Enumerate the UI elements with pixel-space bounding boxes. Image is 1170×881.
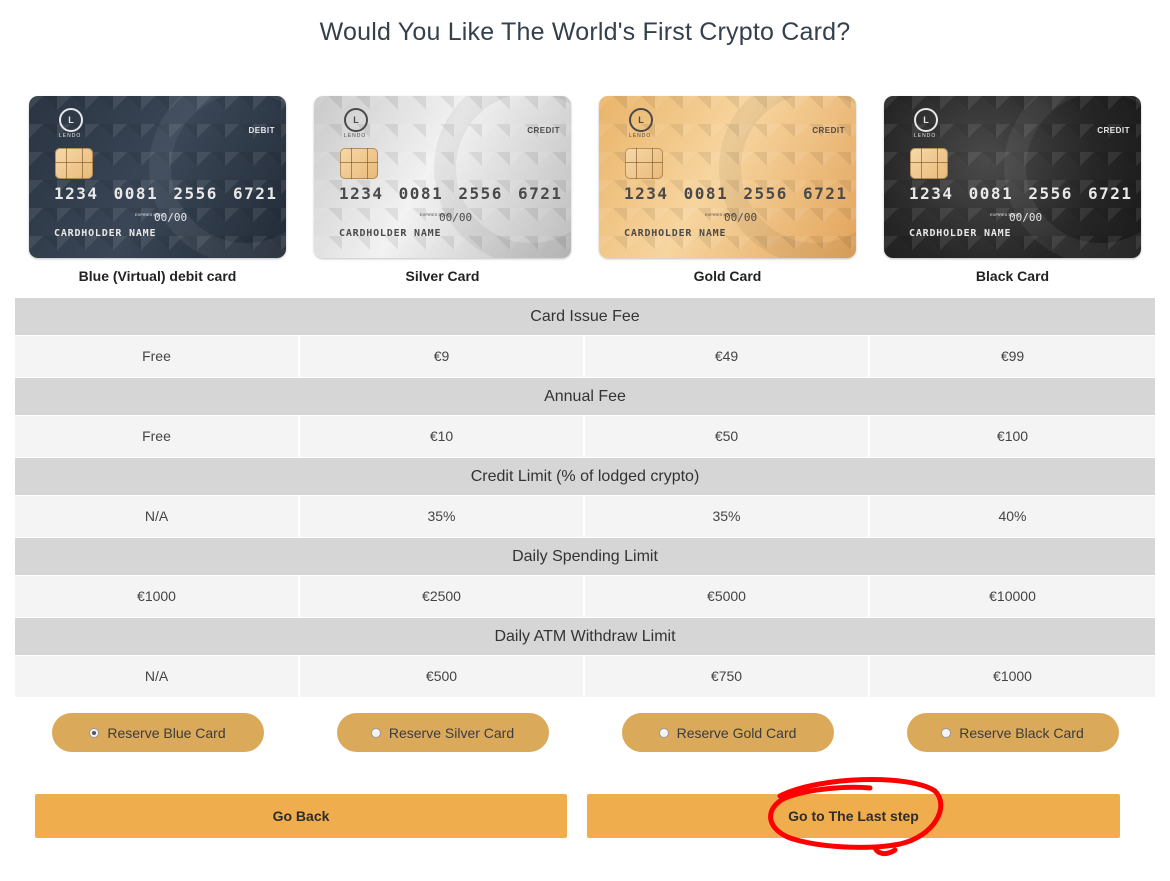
table-cell: €99 [1000, 348, 1025, 364]
reserve-option-label: Reserve Blue Card [107, 724, 226, 741]
card-column-blue: L LENDO DEBIT 1234 0081 2556 6721 EXPIRE… [15, 96, 300, 284]
reserve-blue-card-option[interactable]: Reserve Blue Card [51, 713, 264, 752]
table-cell: €9 [300, 336, 585, 377]
section-header: Daily Spending Limit [15, 537, 1155, 575]
logo-text: LENDO [59, 133, 82, 139]
card-expiry: 00/00 [154, 211, 188, 224]
logo-text: LENDO [629, 133, 652, 139]
cardholder-name: CARDHOLDER NAME [339, 228, 442, 239]
section-header: Daily ATM Withdraw Limit [15, 617, 1155, 655]
go-back-button[interactable]: Go Back [35, 794, 567, 838]
card-gallery: L LENDO DEBIT 1234 0081 2556 6721 EXPIRE… [15, 96, 1155, 284]
table-cell: €100 [996, 428, 1029, 444]
logo-text: LENDO [914, 133, 937, 139]
table-cell: €50 [585, 416, 870, 457]
table-row: Free €10 €50 €100 [15, 415, 1155, 457]
chip-icon [340, 148, 378, 179]
table-row: Free €9 €49 €99 [15, 335, 1155, 377]
card-expiry: 00/00 [1009, 211, 1043, 224]
reserve-option-label: Reserve Black Card [959, 724, 1084, 741]
reserve-black-card-option[interactable]: Reserve Black Card [906, 713, 1119, 752]
lendo-logo-icon: L [629, 108, 653, 132]
chip-icon [910, 148, 948, 179]
lendo-logo-icon: L [59, 108, 83, 132]
table-cell: €750 [585, 656, 870, 697]
table-cell: 40% [998, 508, 1027, 524]
radio-button-checked[interactable] [89, 727, 100, 738]
reserve-silver-card-option[interactable]: Reserve Silver Card [336, 713, 549, 752]
cardholder-name: CARDHOLDER NAME [909, 228, 1012, 239]
table-cell: €10000 [989, 588, 1036, 604]
table-row: N/A 35% 35% 40% [15, 495, 1155, 537]
reserve-option-label: Reserve Silver Card [388, 724, 515, 741]
table-cell: €49 [585, 336, 870, 377]
card-title: Silver Card [405, 268, 480, 284]
card-title: Gold Card [693, 268, 762, 284]
section-header: Credit Limit (% of lodged crypto) [15, 457, 1155, 495]
chip-icon [55, 148, 93, 179]
card-comparison-table: Card Issue Fee Free €9 €49 €99 Annual Fe… [15, 297, 1155, 697]
silver-card-image: L LENDO CREDIT 1234 0081 2556 6721 EXPIR… [314, 96, 571, 258]
table-cell: 35% [585, 496, 870, 537]
card-column-gold: L LENDO CREDIT 1234 0081 2556 6721 EXPIR… [585, 96, 870, 284]
table-cell: N/A [15, 656, 300, 697]
card-number: 1234 0081 2556 6721 [909, 184, 1133, 203]
black-card-image: L LENDO CREDIT 1234 0081 2556 6721 EXPIR… [884, 96, 1141, 258]
section-header: Card Issue Fee [15, 297, 1155, 335]
logo-text: LENDO [344, 133, 367, 139]
table-cell: Free [15, 336, 300, 377]
reserve-option-label: Reserve Gold Card [676, 724, 797, 741]
card-type-label: CREDIT [1097, 126, 1130, 135]
table-cell: €5000 [585, 576, 870, 617]
radio-button[interactable] [941, 727, 952, 738]
lendo-logo-icon: L [914, 108, 938, 132]
card-number: 1234 0081 2556 6721 [54, 184, 278, 203]
table-row: N/A €500 €750 €1000 [15, 655, 1155, 697]
page-title: Would You Like The World's First Crypto … [319, 18, 851, 46]
card-expiry: 00/00 [439, 211, 473, 224]
table-cell: N/A [15, 496, 300, 537]
card-type-label: CREDIT [812, 126, 845, 135]
radio-button[interactable] [370, 727, 381, 738]
section-header: Annual Fee [15, 377, 1155, 415]
chip-icon [625, 148, 663, 179]
table-cell: €500 [300, 656, 585, 697]
lendo-logo-icon: L [344, 108, 368, 132]
blue-card-image: L LENDO DEBIT 1234 0081 2556 6721 EXPIRE… [29, 96, 286, 258]
go-to-last-step-button[interactable]: Go to The Last step [587, 794, 1120, 838]
cardholder-name: CARDHOLDER NAME [54, 228, 157, 239]
card-column-black: L LENDO CREDIT 1234 0081 2556 6721 EXPIR… [870, 96, 1155, 284]
radio-button[interactable] [658, 727, 669, 738]
card-expiry: 00/00 [724, 211, 758, 224]
table-cell: Free [15, 416, 300, 457]
card-type-label: DEBIT [248, 126, 275, 135]
table-cell: €1000 [993, 668, 1032, 684]
table-cell: €2500 [300, 576, 585, 617]
card-title: Black Card [975, 268, 1050, 284]
table-row: €1000 €2500 €5000 €10000 [15, 575, 1155, 617]
card-number: 1234 0081 2556 6721 [339, 184, 563, 203]
gold-card-image: L LENDO CREDIT 1234 0081 2556 6721 EXPIR… [599, 96, 856, 258]
table-cell: €1000 [15, 576, 300, 617]
card-number: 1234 0081 2556 6721 [624, 184, 848, 203]
reserve-options: Reserve Blue Card Reserve Silver Card Re… [15, 713, 1155, 752]
card-column-silver: L LENDO CREDIT 1234 0081 2556 6721 EXPIR… [300, 96, 585, 284]
card-title: Blue (Virtual) debit card [78, 268, 237, 284]
cardholder-name: CARDHOLDER NAME [624, 228, 727, 239]
table-cell: €10 [300, 416, 585, 457]
reserve-gold-card-option[interactable]: Reserve Gold Card [621, 713, 834, 752]
card-type-label: CREDIT [527, 126, 560, 135]
table-cell: 35% [300, 496, 585, 537]
